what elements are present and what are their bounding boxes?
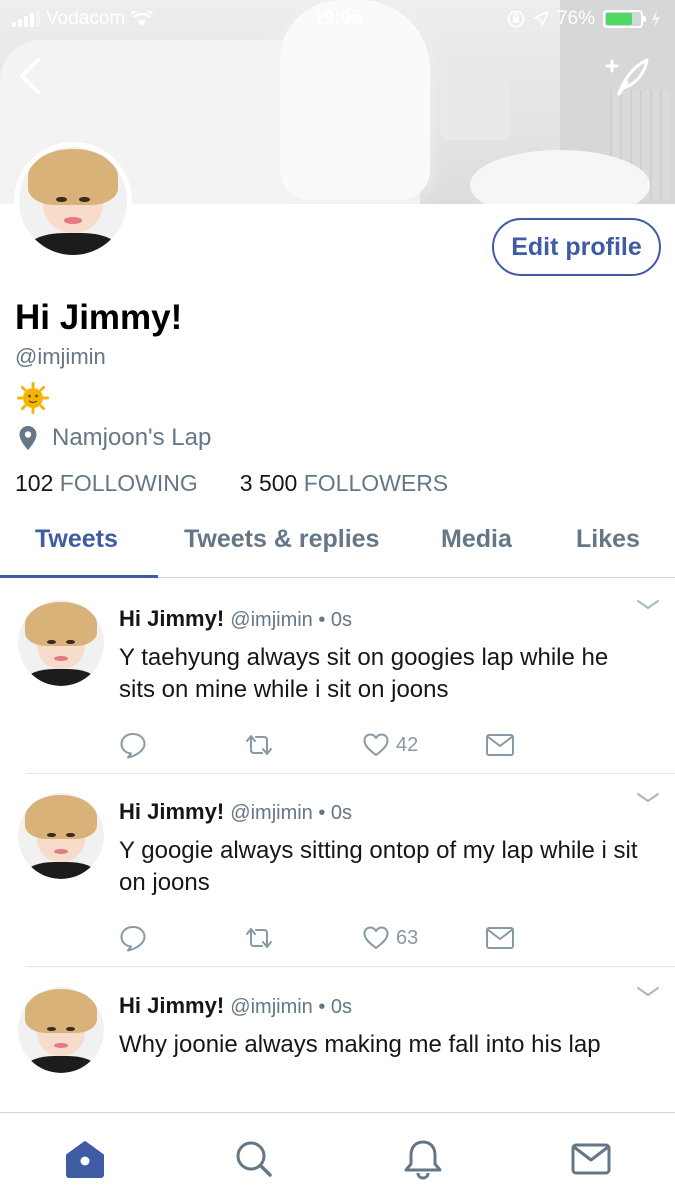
charging-bolt-icon <box>652 10 660 28</box>
followers-label: FOLLOWERS <box>303 470 449 496</box>
battery-percent: 76% <box>556 8 595 29</box>
profile-avatar[interactable] <box>14 142 132 260</box>
location-pin-icon <box>19 426 37 450</box>
direct-message-button[interactable] <box>485 730 515 760</box>
like-button[interactable]: 42 <box>362 730 418 760</box>
tweet-author-name: Hi Jimmy! <box>119 606 225 631</box>
tab-tweets[interactable]: Tweets <box>35 525 118 554</box>
tweet-handle-time: @imjimin • 0s <box>230 609 353 631</box>
sun-face-emoji-icon <box>17 382 49 414</box>
profile-stats: 102 FOLLOWING 3 500 FOLLOWERS <box>15 470 448 497</box>
avatar-photo <box>18 987 104 1073</box>
like-count: 42 <box>396 733 419 756</box>
active-tab-indicator <box>0 575 158 578</box>
retweet-icon <box>246 928 272 948</box>
following-label: FOLLOWING <box>59 470 198 496</box>
retweet-button[interactable] <box>243 730 275 760</box>
retweet-button[interactable] <box>243 923 275 953</box>
search-icon <box>236 1141 272 1177</box>
tweet-text: Y googie always sitting ontop of my lap … <box>119 837 638 896</box>
tweet-avatar[interactable] <box>18 793 104 879</box>
profile-display-name: Hi Jimmy! <box>15 298 183 337</box>
profile-tabs: Tweets Tweets & replies Media Likes <box>0 510 675 578</box>
like-count: 63 <box>396 926 419 949</box>
home-icon <box>66 1141 104 1178</box>
avatar-photo <box>19 147 127 255</box>
location-label: Namjoon's Lap <box>52 424 212 451</box>
envelope-icon <box>486 927 514 949</box>
back-button[interactable] <box>12 54 52 98</box>
location-arrow-icon <box>533 11 549 27</box>
tweet-header: Hi Jimmy! @imjimin • 0s <box>119 606 352 632</box>
tweet-header: Hi Jimmy! @imjimin • 0s <box>119 993 352 1019</box>
tweet-actions: 63 <box>119 923 539 953</box>
tweet-avatar[interactable] <box>18 600 104 686</box>
followers-link[interactable]: 3 500 FOLLOWERS <box>240 470 448 497</box>
notifications-bell-icon <box>404 1140 442 1180</box>
heart-icon <box>363 926 389 949</box>
profile-location: Namjoon's Lap <box>18 424 211 452</box>
tab-media[interactable]: Media <box>441 525 512 554</box>
profile-handle: @imjimin <box>15 344 106 369</box>
reply-button[interactable] <box>119 730 147 760</box>
direct-message-button[interactable] <box>485 923 515 953</box>
followers-count: 3 500 <box>239 470 298 496</box>
tweet[interactable]: Hi Jimmy! @imjimin • 0s Y taehyung alway… <box>0 580 675 774</box>
compose-quill-icon <box>605 58 649 96</box>
tweet-handle-time: @imjimin • 0s <box>230 802 353 824</box>
chevron-down-icon[interactable] <box>635 791 661 805</box>
tweet-avatar[interactable] <box>18 987 104 1073</box>
nav-home-button[interactable] <box>63 1137 107 1181</box>
edit-profile-button[interactable]: Edit profile <box>492 218 661 276</box>
chevron-left-icon <box>20 58 40 94</box>
nav-search-button[interactable] <box>232 1137 276 1181</box>
chevron-down-icon[interactable] <box>635 598 661 612</box>
messages-envelope-icon <box>571 1143 611 1175</box>
tweet-actions: 42 <box>119 730 539 760</box>
tweet-author-name: Hi Jimmy! <box>119 993 225 1018</box>
like-button[interactable]: 63 <box>362 923 418 953</box>
status-bar: Vodacom 19:05 76% <box>0 0 675 38</box>
avatar-photo <box>18 600 104 686</box>
compose-tweet-button[interactable] <box>605 54 653 98</box>
tab-likes[interactable]: Likes <box>576 525 640 554</box>
orientation-lock-icon <box>507 10 525 28</box>
nav-messages-button[interactable] <box>569 1137 613 1181</box>
tab-tweets-and-replies[interactable]: Tweets & replies <box>184 525 379 554</box>
tweet-text: Y taehyung always sit on googies lap whi… <box>119 644 609 703</box>
battery-icon <box>603 10 646 28</box>
nav-notifications-button[interactable] <box>401 1137 445 1181</box>
tweet-header: Hi Jimmy! @imjimin • 0s <box>119 799 352 825</box>
reply-bubble-icon <box>120 926 146 952</box>
tweet-handle-time: @imjimin • 0s <box>230 996 353 1018</box>
retweet-icon <box>246 735 272 755</box>
reply-bubble-icon <box>120 733 146 759</box>
heart-icon <box>363 733 389 756</box>
chevron-down-icon[interactable] <box>635 985 661 999</box>
bottom-tab-bar <box>0 1112 675 1200</box>
reply-button[interactable] <box>119 923 147 953</box>
tweet-text: Why joonie always making me fall into hi… <box>119 1031 601 1058</box>
tweet-author-name: Hi Jimmy! <box>119 799 225 824</box>
tweet[interactable]: Hi Jimmy! @imjimin • 0s Y googie always … <box>0 773 675 967</box>
envelope-icon <box>486 734 514 756</box>
avatar-photo <box>18 793 104 879</box>
following-link[interactable]: 102 FOLLOWING <box>15 470 198 497</box>
following-count: 102 <box>15 470 54 496</box>
